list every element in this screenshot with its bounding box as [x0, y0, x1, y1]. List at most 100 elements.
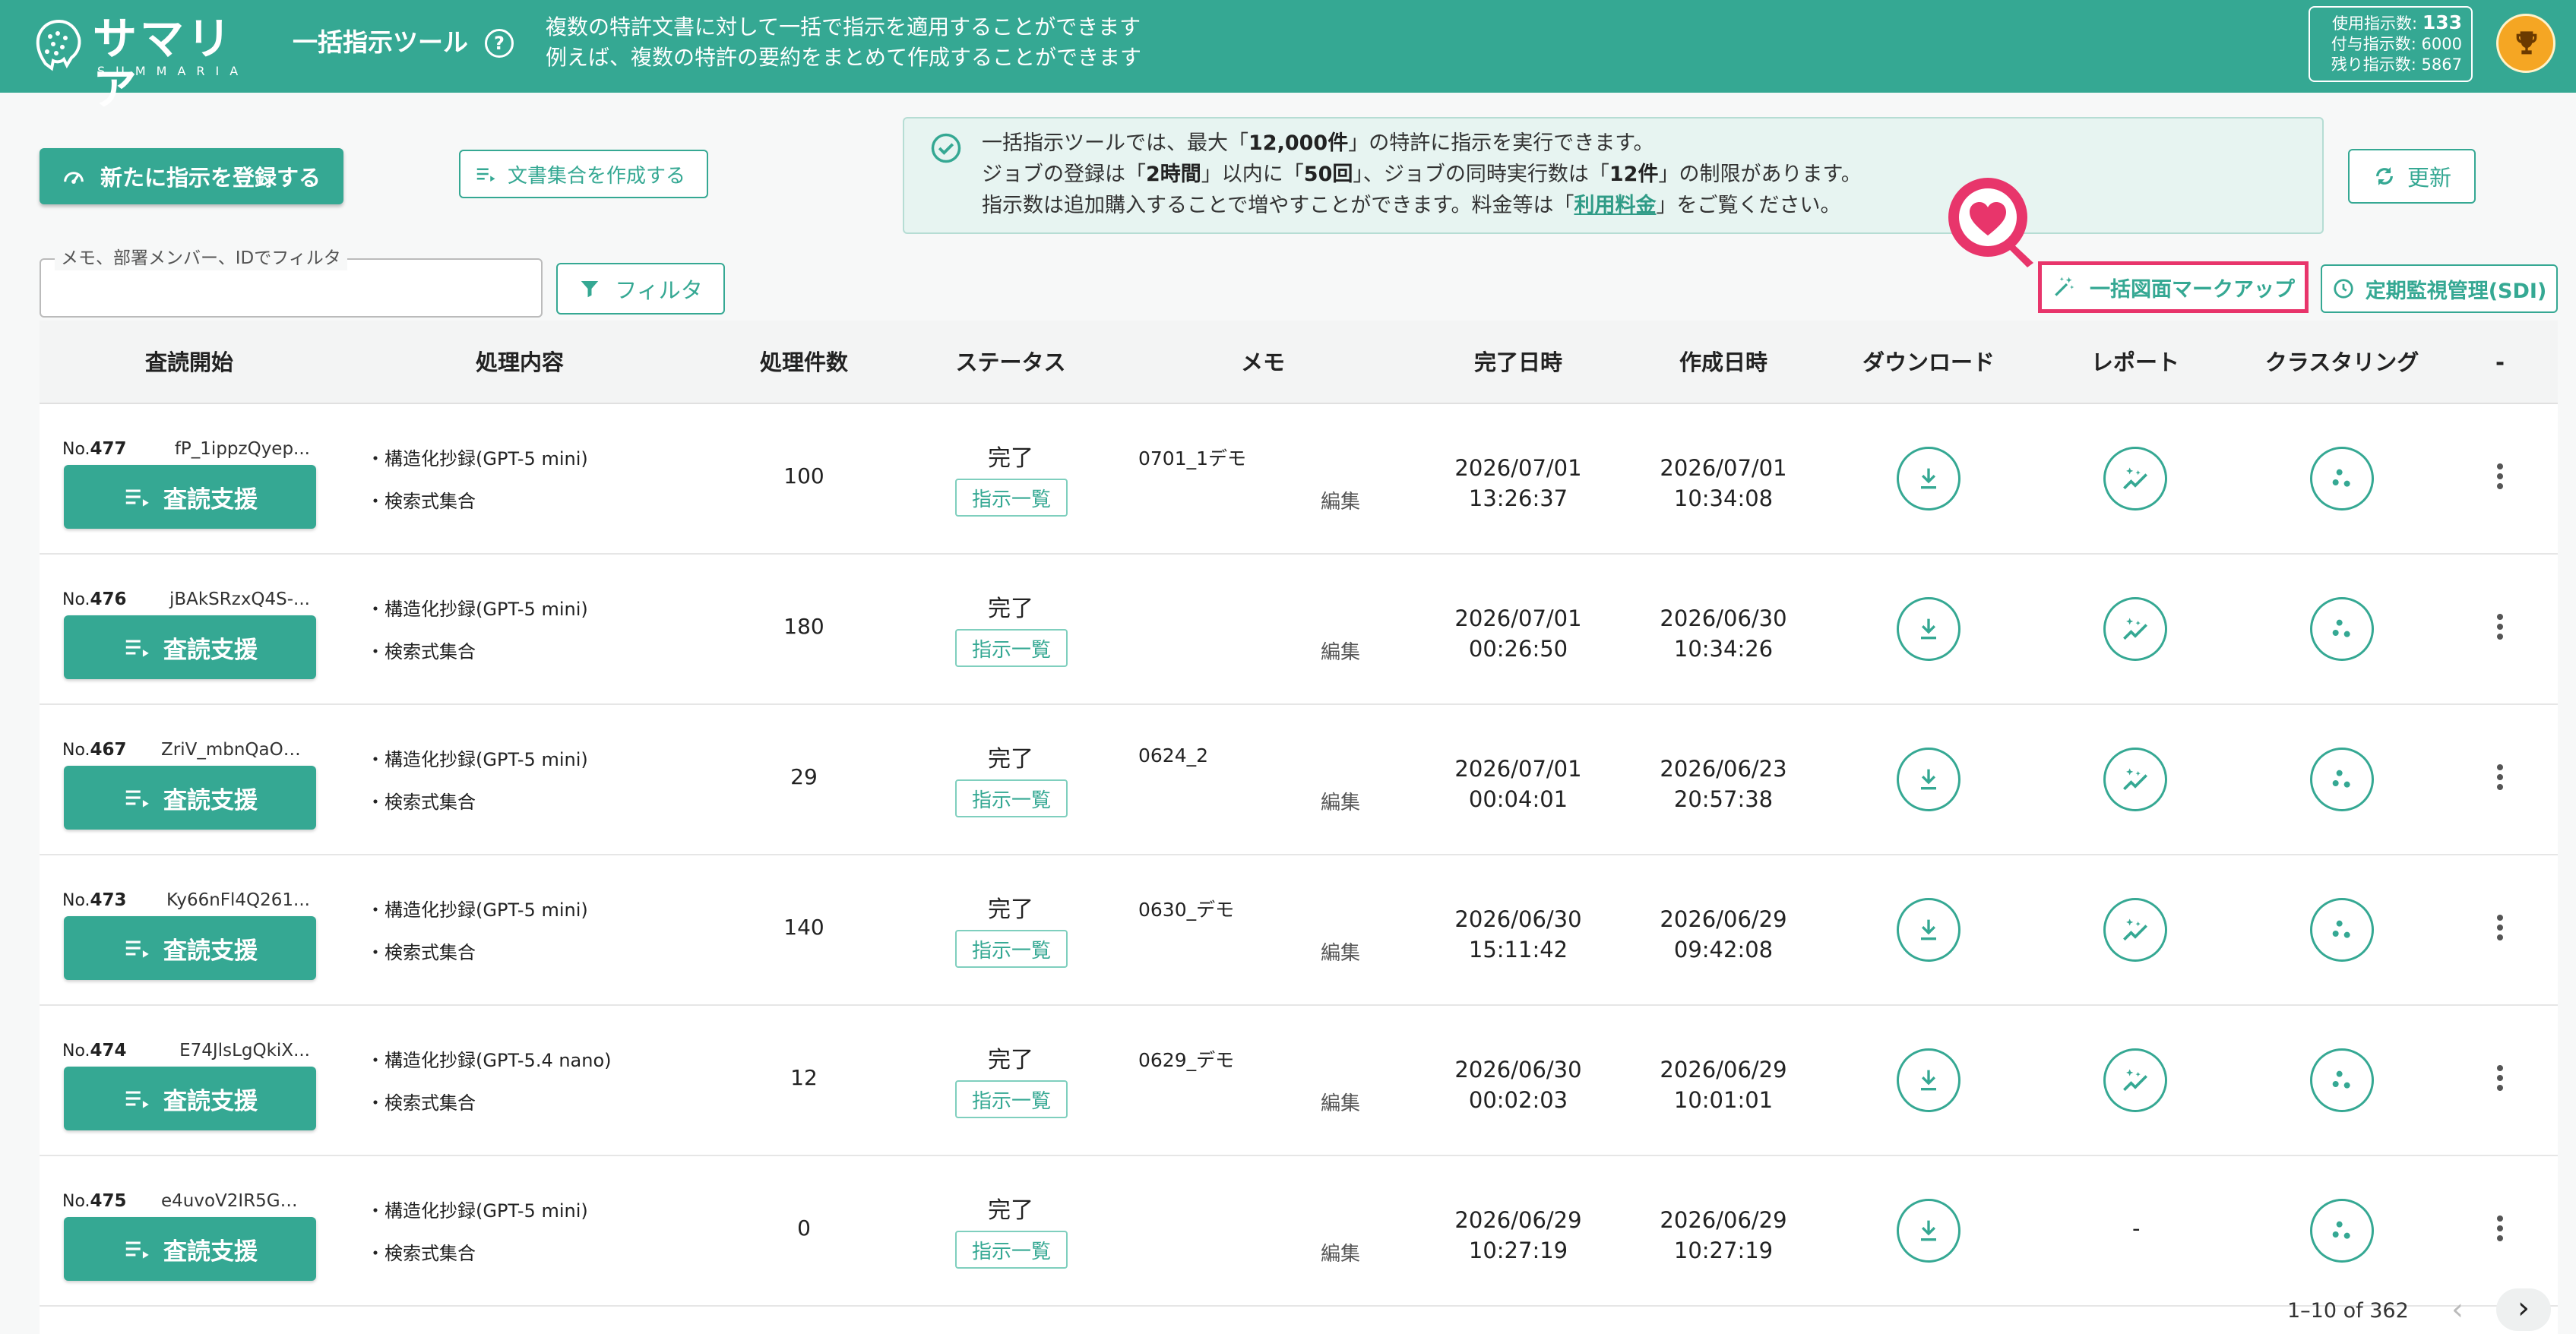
playlist-play-icon — [125, 1091, 149, 1108]
more-options-icon[interactable] — [2491, 614, 2509, 644]
refresh-button[interactable]: 更新 — [2348, 149, 2476, 204]
report-button[interactable] — [2103, 597, 2167, 661]
process-item: ・構造化抄録(GPT-5 mini) — [366, 1200, 588, 1222]
job-number-prefix: No. — [62, 590, 90, 609]
report-button[interactable] — [2103, 898, 2167, 962]
created-time: 10:27:19 — [1673, 1238, 1774, 1263]
instruction-list-button[interactable]: 指示一覧 — [955, 629, 1068, 667]
review-support-button[interactable]: 査読支援 — [64, 465, 316, 529]
more-options-icon[interactable] — [2491, 463, 2509, 494]
download-button[interactable] — [1897, 748, 1960, 811]
job-number-prefix: No. — [62, 741, 90, 760]
remaining-label: 残り指示数: — [2331, 55, 2416, 74]
clustering-button[interactable] — [2310, 447, 2374, 511]
table-row: No.477 fP_1ippzQyep... 査読支援 ・構造化抄録(GPT-5… — [40, 404, 2558, 555]
instruction-list-button[interactable]: 指示一覧 — [955, 779, 1068, 817]
completed-time: 00:04:01 — [1468, 786, 1568, 812]
bulk-drawing-markup-button[interactable]: 一括図面マークアップ — [2038, 261, 2309, 313]
job-number: No.467 — [62, 740, 127, 760]
filter-input[interactable]: メモ、部署メンバー、IDでフィルタ — [40, 246, 543, 318]
process-item: ・検索式集合 — [366, 792, 476, 813]
more-options-icon[interactable] — [2491, 1065, 2509, 1095]
header-description-line: 複数の特許文書に対して一括で指示を適用することができます — [546, 14, 1141, 40]
trophy-button[interactable] — [2496, 14, 2555, 73]
memo-text: 0624_2 — [1138, 744, 1209, 767]
instruction-list-button[interactable]: 指示一覧 — [955, 930, 1068, 968]
previous-page-button[interactable]: ‹ — [2451, 1294, 2464, 1325]
clustering-button[interactable] — [2310, 597, 2374, 661]
more-options-icon[interactable] — [2491, 915, 2509, 945]
process-item: ・構造化抄録(GPT-5.4 nano) — [366, 1050, 612, 1071]
clustering-button[interactable] — [2310, 748, 2374, 811]
download-button[interactable] — [1897, 447, 1960, 511]
next-page-button[interactable]: › — [2496, 1288, 2551, 1331]
created-date: 2026/06/30 — [1660, 605, 1787, 631]
column-header-report: レポート — [2090, 349, 2180, 375]
edit-memo-link[interactable]: 編集 — [1321, 937, 1360, 966]
report-button[interactable] — [2103, 447, 2167, 511]
edit-memo-link[interactable]: 編集 — [1321, 486, 1360, 514]
pagination-range: 1–10 of 362 — [2287, 1299, 2409, 1323]
created-datetime: 2026/06/30 10:34:26 — [1660, 603, 1786, 664]
download-icon — [1921, 1070, 1936, 1091]
register-instruction-button[interactable]: 新たに指示を登録する — [40, 148, 343, 204]
status-text: 完了 — [988, 596, 1033, 622]
instruction-list-button[interactable]: 指示一覧 — [955, 479, 1068, 517]
instruction-list-button[interactable]: 指示一覧 — [955, 1231, 1068, 1269]
review-support-button[interactable]: 査読支援 — [64, 916, 316, 980]
info-emphasis: 12件 — [1609, 163, 1659, 186]
report-button[interactable] — [2103, 748, 2167, 811]
memo-text: 0701_1デモ — [1138, 447, 1247, 469]
help-icon[interactable]: ? — [485, 29, 514, 58]
job-number: No.474 — [62, 1041, 127, 1061]
report-button[interactable] — [2103, 1048, 2167, 1112]
status-text: 完了 — [988, 1197, 1033, 1224]
instruction-list-button[interactable]: 指示一覧 — [955, 1080, 1068, 1118]
process-count: 29 — [790, 764, 818, 789]
clustering-icon — [2332, 1221, 2350, 1239]
bulk-drawing-markup-label: 一括図面マークアップ — [2090, 277, 2295, 302]
created-time: 10:01:01 — [1673, 1087, 1774, 1113]
download-button[interactable] — [1897, 597, 1960, 661]
download-button[interactable] — [1897, 1048, 1960, 1112]
edit-memo-link[interactable]: 編集 — [1321, 637, 1360, 665]
memo-text: 0630_デモ — [1138, 899, 1235, 921]
column-header-count: 処理件数 — [759, 349, 849, 375]
page-title: 一括指示ツール — [293, 27, 468, 57]
pricing-link[interactable]: 利用料金 — [1574, 194, 1657, 217]
review-support-button[interactable]: 査読支援 — [64, 1217, 316, 1281]
job-number-prefix: No. — [62, 1192, 90, 1211]
review-support-button[interactable]: 査読支援 — [64, 766, 316, 830]
process-item: ・検索式集合 — [366, 641, 476, 662]
info-text: 」以内に「 — [1201, 163, 1304, 186]
job-id: E74JlsLgQkiX... — [179, 1041, 310, 1061]
create-document-set-button[interactable]: 文書集合を作成する — [459, 150, 708, 198]
column-header-completed: 完了日時 — [1473, 349, 1563, 375]
edit-memo-link[interactable]: 編集 — [1321, 1088, 1360, 1116]
edit-memo-link[interactable]: 編集 — [1321, 1238, 1360, 1266]
clustering-icon — [2332, 619, 2350, 637]
sdi-management-button[interactable]: 定期監視管理(SDI) — [2321, 264, 2558, 313]
process-count: 12 — [790, 1065, 818, 1090]
review-support-button[interactable]: 査読支援 — [64, 1067, 316, 1130]
created-date: 2026/07/01 — [1660, 455, 1787, 481]
heart-badge-icon — [1948, 178, 2033, 267]
clustering-button[interactable] — [2310, 898, 2374, 962]
more-options-icon[interactable] — [2491, 1215, 2509, 1246]
granted-label: 付与指示数: — [2331, 35, 2416, 53]
more-options-icon[interactable] — [2491, 764, 2509, 795]
download-button[interactable] — [1897, 898, 1960, 962]
logo[interactable]: サマリア SUMMARIA — [30, 14, 251, 114]
filter-input-label: メモ、部署メンバー、IDでフィルタ — [55, 246, 347, 270]
completed-datetime: 2026/06/29 10:27:19 — [1454, 1205, 1581, 1266]
download-button[interactable] — [1897, 1199, 1960, 1263]
clustering-button[interactable] — [2310, 1048, 2374, 1112]
header-description-line: 例えば、複数の特許の要約をまとめて作成することができます — [546, 45, 1142, 70]
job-number-prefix: No. — [62, 440, 90, 459]
filter-button[interactable]: フィルタ — [556, 263, 725, 315]
clustering-button[interactable] — [2310, 1199, 2374, 1263]
completed-time: 00:02:03 — [1468, 1087, 1568, 1113]
review-support-button[interactable]: 査読支援 — [64, 615, 316, 679]
job-id: fP_1ippzQyep... — [174, 439, 310, 459]
edit-memo-link[interactable]: 編集 — [1321, 787, 1360, 815]
